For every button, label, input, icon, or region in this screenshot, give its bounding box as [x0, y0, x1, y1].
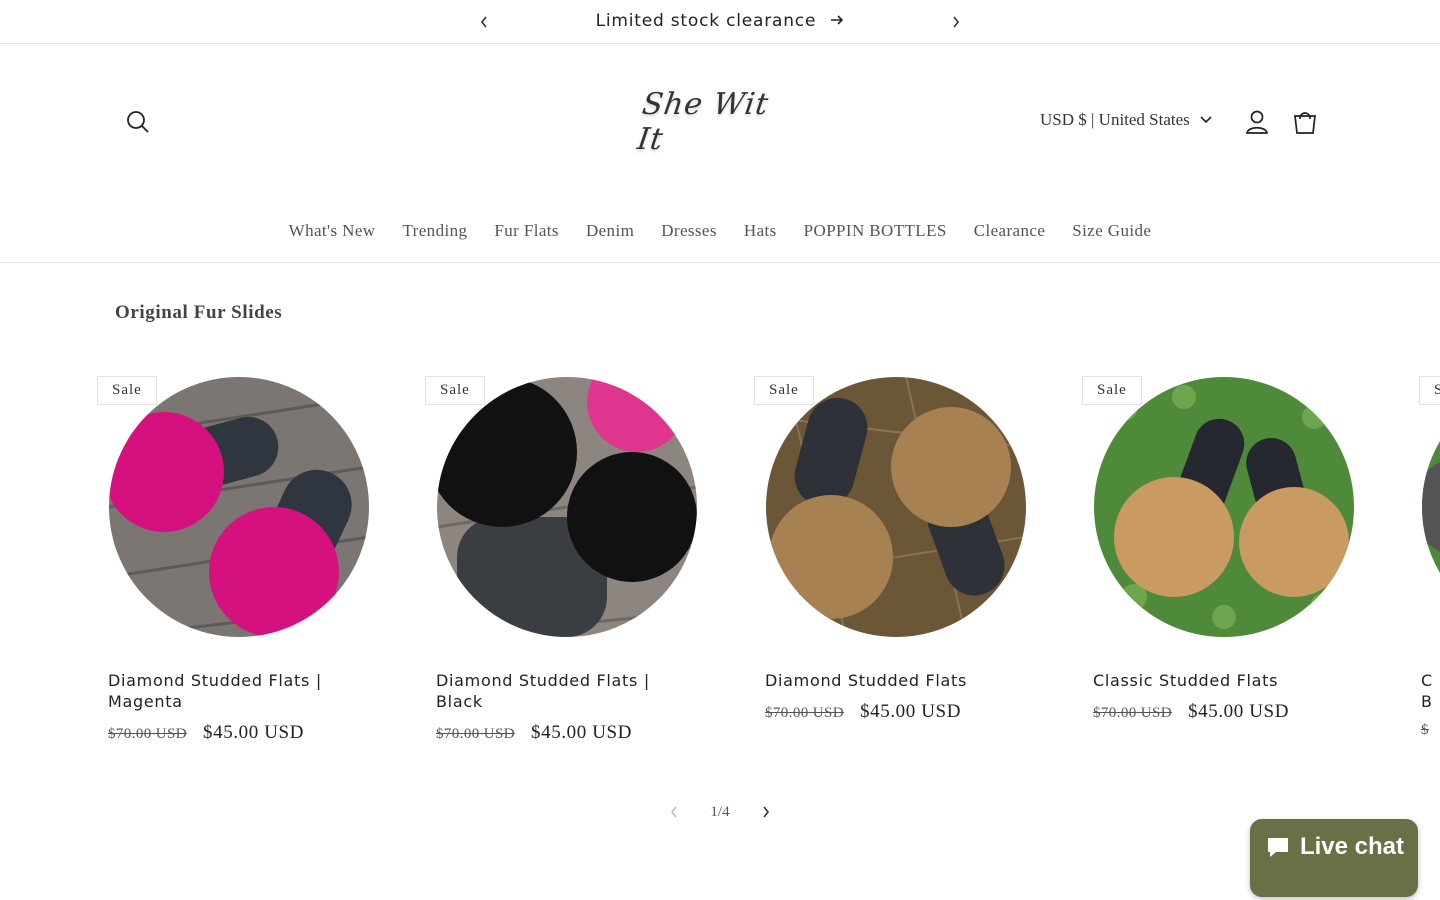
nav-item-clearance[interactable]: Clearance	[974, 221, 1046, 241]
sale-price: $45.00 USD	[860, 701, 962, 722]
fur-blob	[891, 407, 1011, 527]
price-row: $70.00 USD $45.00 USD	[1093, 701, 1289, 723]
fur-blob	[109, 412, 224, 532]
shopping-bag-icon	[1294, 112, 1316, 134]
sale-badge: Sale	[425, 376, 485, 405]
sale-badge: Sale	[1082, 376, 1142, 405]
slider-prev-button[interactable]	[660, 798, 688, 826]
user-icon	[1246, 110, 1268, 134]
product-image[interactable]	[1422, 377, 1440, 637]
fur-blob	[567, 452, 697, 582]
nav-item-dresses[interactable]: Dresses	[661, 221, 717, 241]
logo-text: She Wit It	[635, 87, 772, 157]
site-header: She Wit It USD $ | United States What's …	[0, 44, 1440, 263]
slider-pagination: 1/4	[660, 798, 780, 826]
sale-price: $45.00 USD	[203, 722, 305, 743]
live-chat-button[interactable]: Live chat	[1250, 819, 1418, 897]
product-card[interactable]: Sale Diamond Studded Flats | Black $70.0…	[425, 376, 704, 766]
chevron-left-icon	[671, 806, 677, 818]
search-button[interactable]	[124, 108, 152, 136]
product-card[interactable]: Sale Classic Studded Flats $70.00 USD $4…	[1082, 376, 1361, 766]
product-image[interactable]	[109, 377, 369, 637]
slider-next-button[interactable]	[752, 798, 780, 826]
announcement-next-button[interactable]	[944, 10, 968, 34]
chevron-right-icon	[953, 16, 960, 28]
main-nav: What's New Trending Fur Flats Denim Dres…	[0, 221, 1440, 241]
fur-blob	[769, 495, 893, 619]
product-image[interactable]	[1094, 377, 1354, 637]
regular-price: $70.00 USD	[436, 726, 516, 742]
search-icon	[127, 111, 149, 133]
chevron-right-icon	[763, 806, 770, 818]
product-image[interactable]	[437, 377, 697, 637]
nav-item-fur-flats[interactable]: Fur Flats	[494, 221, 559, 241]
sale-price: $45.00 USD	[1188, 701, 1290, 722]
product-card[interactable]: Sale Diamond Studded Flats $70.00 USD $4…	[754, 376, 1033, 766]
live-chat-label: Live chat	[1299, 833, 1405, 860]
site-logo[interactable]: She Wit It	[635, 87, 800, 157]
cart-button[interactable]	[1290, 107, 1320, 137]
product-title[interactable]: Diamond Studded Flats | Black	[436, 670, 676, 712]
regular-price: $70.00 USD	[108, 726, 188, 742]
product-title[interactable]: Diamond Studded Flats	[765, 670, 1005, 691]
chat-bubble-icon	[1267, 838, 1288, 857]
product-title[interactable]: Diamond Studded Flats | Magenta	[108, 670, 348, 712]
nav-item-hats[interactable]: Hats	[744, 221, 777, 241]
nav-item-whats-new[interactable]: What's New	[289, 221, 376, 241]
product-image[interactable]	[766, 377, 1026, 637]
product-title[interactable]: C B	[1421, 670, 1440, 712]
currency-selector[interactable]: USD $ | United States	[1040, 110, 1212, 130]
sale-badge: Sale	[754, 376, 814, 405]
currency-label: USD $ | United States	[1040, 110, 1190, 129]
arrow-right-icon	[830, 11, 844, 31]
sale-price: $45.00 USD	[531, 722, 633, 743]
price-row: $70.00 USD $45.00 USD	[436, 722, 632, 744]
product-card[interactable]: Sale Diamond Studded Flats | Magenta $70…	[97, 376, 376, 766]
sale-badge: Sale	[97, 376, 157, 405]
product-card[interactable]: S C B $	[1419, 376, 1440, 766]
regular-price: $70.00 USD	[765, 705, 845, 721]
product-title[interactable]: Classic Studded Flats	[1093, 670, 1333, 691]
announcement-bar: Limited stock clearance	[0, 0, 1440, 44]
regular-price: $70.00 USD	[1093, 705, 1173, 721]
nav-item-size-guide[interactable]: Size Guide	[1072, 221, 1151, 241]
fur-blob	[1114, 477, 1234, 597]
announcement-link[interactable]: Limited stock clearance	[596, 11, 817, 31]
price-row: $70.00 USD $45.00 USD	[108, 722, 304, 744]
chevron-down-icon	[1200, 116, 1212, 124]
nav-item-poppin-bottles[interactable]: POPPIN BOTTLES	[804, 221, 947, 241]
price-row: $70.00 USD $45.00 USD	[765, 701, 961, 723]
fur-blob	[209, 507, 339, 637]
account-button[interactable]	[1242, 107, 1272, 137]
price-row: $	[1421, 722, 1429, 739]
fur-blob	[1239, 487, 1349, 597]
nav-item-trending[interactable]: Trending	[402, 221, 467, 241]
slider-counter: 1/4	[710, 803, 730, 820]
regular-price: $	[1421, 722, 1429, 738]
section-title: Original Fur Slides	[115, 302, 283, 323]
nav-item-denim[interactable]: Denim	[586, 221, 634, 241]
sale-badge: S	[1419, 376, 1440, 405]
